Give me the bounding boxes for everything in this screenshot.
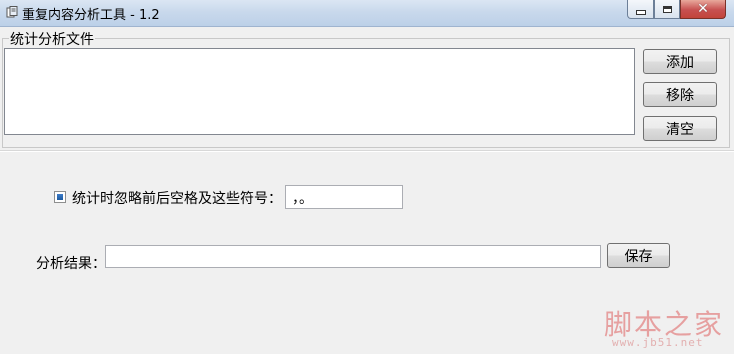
save-button[interactable]: 保存 xyxy=(607,243,670,268)
close-icon: ✕ xyxy=(697,1,709,17)
minimize-button[interactable] xyxy=(627,0,654,19)
minimize-icon xyxy=(635,9,646,15)
analysis-result-field[interactable] xyxy=(105,245,601,268)
ignore-symbols-label[interactable]: 统计时忽略前后空格及这些符号： xyxy=(72,188,282,208)
add-file-button[interactable]: 添加 xyxy=(643,49,717,74)
maximize-button[interactable] xyxy=(654,0,680,19)
close-button[interactable]: ✕ xyxy=(680,0,726,19)
clear-files-button[interactable]: 清空 xyxy=(643,116,717,141)
checkbox-checked-indicator xyxy=(57,194,63,200)
remove-file-button[interactable]: 移除 xyxy=(643,82,717,107)
window-title: 重复内容分析工具 - 1.2 xyxy=(22,8,160,23)
files-group-legend: 统计分析文件 xyxy=(9,29,95,49)
maximize-icon xyxy=(662,5,672,13)
site-watermark: 脚本之家 www.jb51.net xyxy=(604,303,726,351)
section-divider xyxy=(0,150,734,152)
title-bar[interactable]: 重复内容分析工具 - 1.2 ✕ xyxy=(0,0,734,27)
app-tool-icon xyxy=(6,6,18,18)
watermark-url: www.jb51.net xyxy=(612,336,704,349)
analysis-result-label: 分析结果： xyxy=(36,256,106,272)
ignore-symbols-checkbox[interactable] xyxy=(54,191,66,203)
file-list[interactable] xyxy=(4,48,635,135)
ignore-symbols-input[interactable]: ，。 xyxy=(285,185,403,209)
